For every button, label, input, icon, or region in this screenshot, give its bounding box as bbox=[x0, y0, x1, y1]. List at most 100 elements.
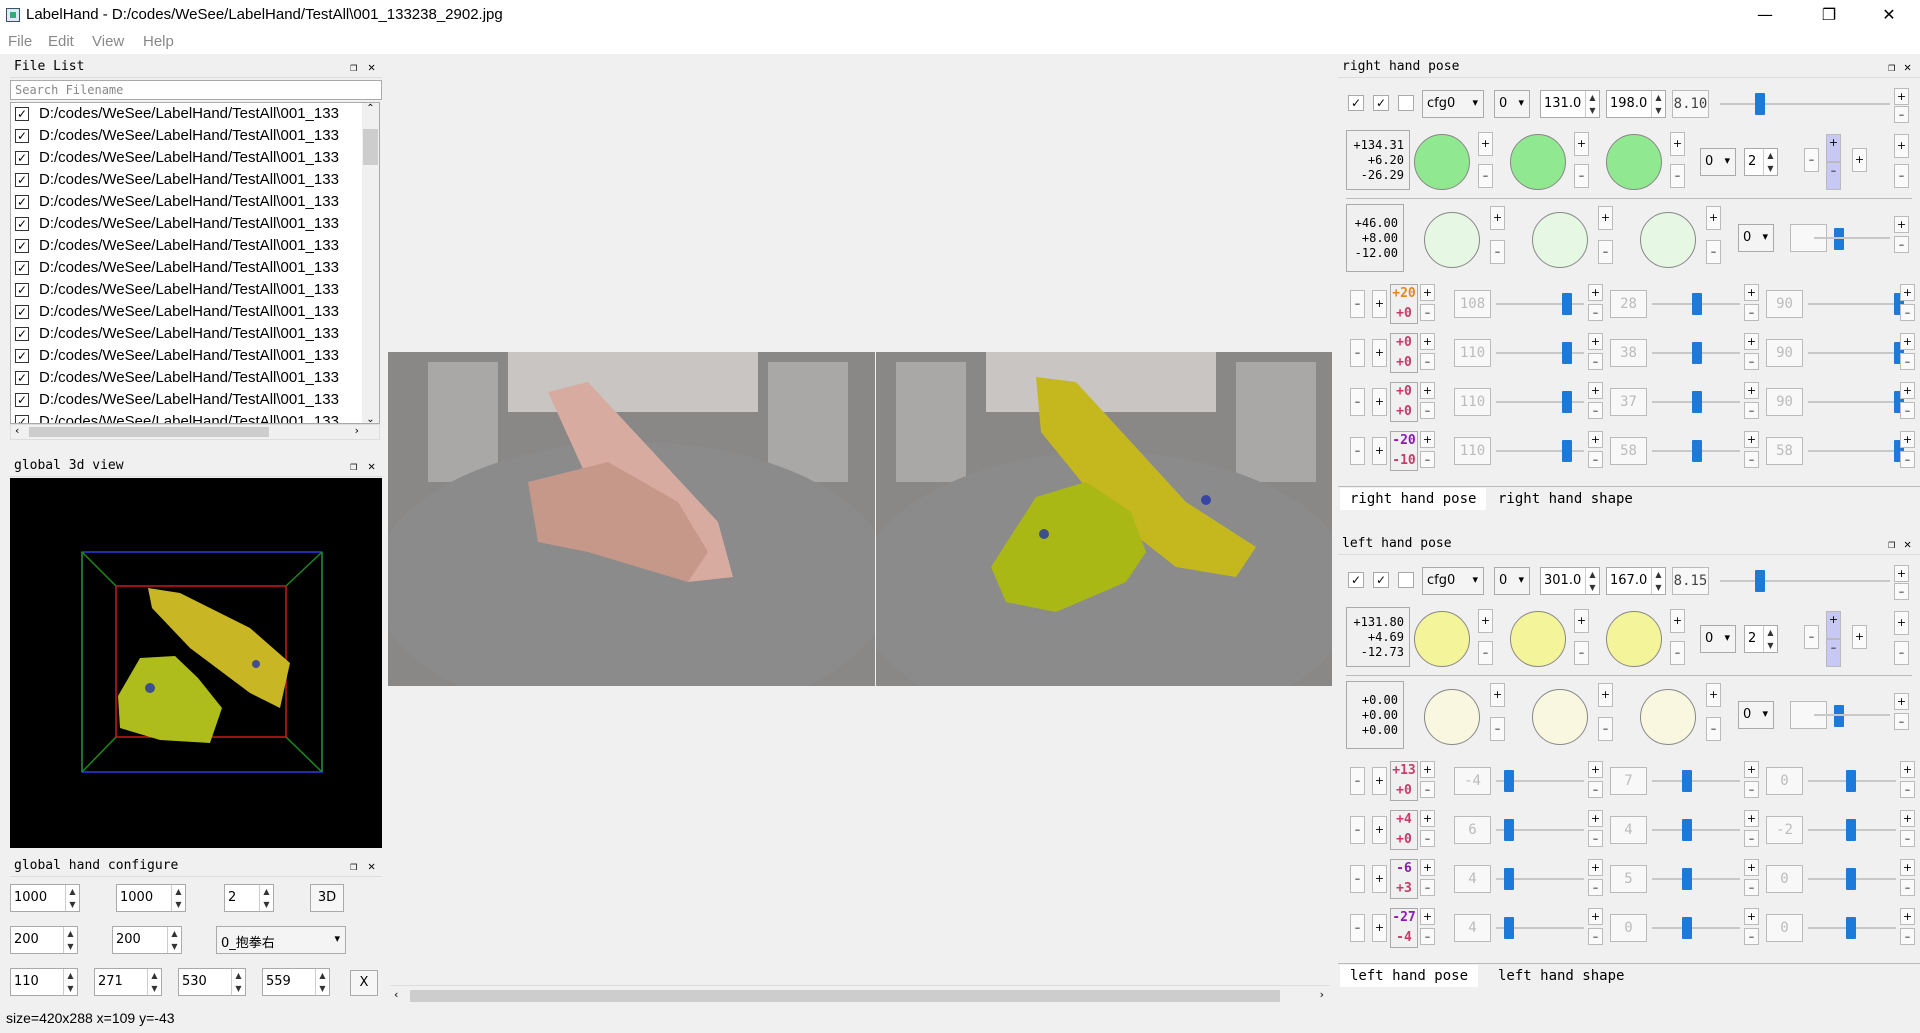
checkbox[interactable]: ✓ bbox=[15, 217, 29, 231]
joint-slider-handle[interactable] bbox=[1562, 342, 1572, 364]
spin-arrows-icon[interactable]: ▲ ▼ bbox=[315, 969, 329, 995]
plus-button[interactable]: + bbox=[1420, 859, 1435, 876]
minus-button[interactable]: – bbox=[1744, 353, 1759, 370]
list-item[interactable]: ✓ D:/codes/WeSee/LabelHand/TestAll\001_13… bbox=[11, 323, 379, 345]
minus-button[interactable]: – bbox=[1598, 240, 1613, 264]
minus-button[interactable]: – bbox=[1900, 928, 1915, 945]
minus-button[interactable]: – bbox=[1744, 402, 1759, 419]
minus-button[interactable]: – bbox=[1420, 928, 1435, 945]
plus-button[interactable]: + bbox=[1706, 206, 1721, 230]
minus-button[interactable]: – bbox=[1350, 767, 1365, 795]
minus-button[interactable]: – bbox=[1744, 451, 1759, 468]
checkbox[interactable]: ✓ bbox=[15, 327, 29, 341]
wrist-slider-handle[interactable] bbox=[1834, 228, 1844, 250]
rotation-dial[interactable] bbox=[1606, 134, 1662, 190]
minus-button[interactable]: – bbox=[1420, 879, 1435, 896]
index-combo[interactable]: 0 bbox=[1494, 90, 1530, 118]
global-3d-view[interactable] bbox=[10, 478, 382, 848]
list-item[interactable]: ✓ D:/codes/WeSee/LabelHand/TestAll\001_13… bbox=[11, 191, 379, 213]
plus-button[interactable]: + bbox=[1894, 134, 1909, 158]
plus-button[interactable]: + bbox=[1744, 908, 1759, 925]
wrist-axis-combo[interactable]: 0 bbox=[1738, 701, 1774, 729]
minus-button[interactable]: – bbox=[1670, 164, 1685, 188]
wrist-dial[interactable] bbox=[1424, 212, 1480, 268]
plus-button[interactable]: + bbox=[1588, 810, 1603, 827]
left-pose-tab[interactable]: left hand pose bbox=[1340, 965, 1479, 987]
cfg-combo[interactable]: cfg0 bbox=[1422, 567, 1484, 595]
minus-button[interactable]: – bbox=[1350, 437, 1365, 465]
spin-arrows-icon[interactable]: ▲ ▼ bbox=[1763, 626, 1777, 652]
list-item[interactable]: ✓ D:/codes/WeSee/LabelHand/TestAll\001_13… bbox=[11, 213, 379, 235]
plus-button[interactable]: + bbox=[1900, 284, 1915, 301]
close-dock-icon[interactable]: ✕ bbox=[368, 455, 375, 477]
config-spin-6[interactable]: 110 ▲ ▼ bbox=[10, 968, 78, 996]
scroll-right-icon[interactable]: › bbox=[355, 424, 359, 437]
plus-button[interactable]: + bbox=[1478, 609, 1493, 633]
joint-slider-handle[interactable] bbox=[1846, 770, 1856, 792]
minus-button[interactable]: – bbox=[1744, 830, 1759, 847]
close-dock-icon[interactable]: ✕ bbox=[368, 56, 375, 78]
joint-slider-handle[interactable] bbox=[1682, 770, 1692, 792]
plus-button[interactable]: + bbox=[1852, 148, 1867, 172]
joint-slider-handle[interactable] bbox=[1682, 819, 1692, 841]
visibility-checkbox[interactable]: ✓ bbox=[1373, 95, 1389, 111]
x-button[interactable]: X bbox=[350, 970, 378, 996]
joint-slider-handle[interactable] bbox=[1846, 917, 1856, 939]
checkbox[interactable]: ✓ bbox=[15, 173, 29, 187]
plus-button[interactable]: + bbox=[1574, 609, 1589, 633]
config-spin-5[interactable]: 200 ▲ ▼ bbox=[112, 926, 182, 954]
spin-arrows-icon[interactable]: ▲ ▼ bbox=[259, 885, 273, 911]
rotation-dial[interactable] bbox=[1414, 611, 1470, 667]
joint-slider-handle[interactable] bbox=[1504, 819, 1514, 841]
minus-button[interactable]: – bbox=[1588, 781, 1603, 798]
joint-slider-handle[interactable] bbox=[1682, 917, 1692, 939]
minus-button[interactable]: – bbox=[1826, 639, 1841, 667]
plus-button[interactable]: + bbox=[1574, 132, 1589, 156]
rotation-dial[interactable] bbox=[1510, 134, 1566, 190]
plus-button[interactable]: + bbox=[1372, 865, 1387, 893]
minus-button[interactable]: – bbox=[1420, 451, 1435, 468]
minus-button[interactable]: – bbox=[1894, 164, 1909, 188]
minus-button[interactable]: – bbox=[1900, 879, 1915, 896]
3d-button[interactable]: 3D bbox=[310, 884, 344, 912]
list-item[interactable]: ✓ D:/codes/WeSee/LabelHand/TestAll\001_13… bbox=[11, 411, 379, 423]
step-spin[interactable]: 2 ▲ ▼ bbox=[1744, 148, 1778, 176]
minus-button[interactable]: – bbox=[1744, 879, 1759, 896]
checkbox[interactable]: ✓ bbox=[15, 129, 29, 143]
plus-button[interactable]: + bbox=[1420, 761, 1435, 778]
plus-button[interactable]: + bbox=[1588, 761, 1603, 778]
minus-button[interactable]: – bbox=[1744, 304, 1759, 321]
plus-button[interactable]: + bbox=[1670, 132, 1685, 156]
minus-button[interactable]: – bbox=[1420, 353, 1435, 370]
minus-button[interactable]: – bbox=[1588, 353, 1603, 370]
checkbox[interactable]: ✓ bbox=[15, 151, 29, 165]
close-dock-icon[interactable]: ✕ bbox=[368, 855, 375, 877]
plus-button[interactable]: + bbox=[1588, 431, 1603, 448]
minus-button[interactable]: – bbox=[1490, 717, 1505, 741]
visibility-checkbox[interactable] bbox=[1398, 572, 1414, 588]
float-icon[interactable]: ❐ bbox=[350, 855, 357, 877]
spin-arrows-icon[interactable]: ▲ ▼ bbox=[231, 969, 245, 995]
minus-button[interactable]: – bbox=[1588, 928, 1603, 945]
spin-arrows-icon[interactable]: ▲ ▼ bbox=[1763, 149, 1777, 175]
wrist-dial[interactable] bbox=[1532, 689, 1588, 745]
list-item[interactable]: ✓ D:/codes/WeSee/LabelHand/TestAll\001_13… bbox=[11, 235, 379, 257]
list-item[interactable]: ✓ D:/codes/WeSee/LabelHand/TestAll\001_13… bbox=[11, 257, 379, 279]
plus-button[interactable]: + bbox=[1900, 431, 1915, 448]
joint-slider-handle[interactable] bbox=[1682, 868, 1692, 890]
position-x-spin[interactable]: 301.0 ▲ ▼ bbox=[1540, 567, 1600, 595]
float-icon[interactable]: ❐ bbox=[1888, 533, 1895, 555]
visibility-checkbox[interactable] bbox=[1398, 95, 1414, 111]
checkbox[interactable]: ✓ bbox=[15, 195, 29, 209]
config-spin-4[interactable]: 200 ▲ ▼ bbox=[10, 926, 78, 954]
plus-button[interactable]: + bbox=[1420, 810, 1435, 827]
plus-button[interactable]: + bbox=[1900, 859, 1915, 876]
list-item[interactable]: ✓ D:/codes/WeSee/LabelHand/TestAll\001_13… bbox=[11, 169, 379, 191]
plus-button[interactable]: + bbox=[1420, 284, 1435, 301]
plus-button[interactable]: + bbox=[1900, 333, 1915, 350]
plus-button[interactable]: + bbox=[1420, 908, 1435, 925]
minus-button[interactable]: – bbox=[1350, 816, 1365, 844]
minus-button[interactable]: – bbox=[1588, 402, 1603, 419]
minus-button[interactable]: – bbox=[1350, 290, 1365, 318]
menu-help[interactable]: Help bbox=[143, 33, 174, 50]
